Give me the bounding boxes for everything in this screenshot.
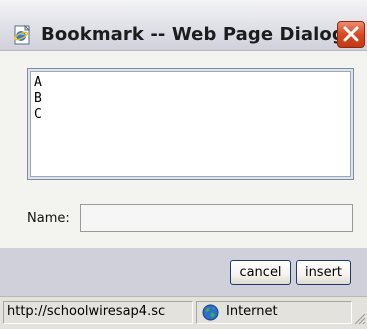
close-button[interactable] <box>337 21 365 48</box>
status-url: http://schoolwiresap4.sc <box>3 301 193 324</box>
zone-label: Internet <box>226 304 278 319</box>
ie-page-icon <box>13 24 33 46</box>
globe-icon <box>202 304 219 321</box>
dialog-content: A B C Name: <box>0 51 367 248</box>
cancel-button[interactable]: cancel <box>230 260 291 285</box>
close-icon <box>343 26 359 42</box>
status-bar: http://schoolwiresap4.sc Internet <box>0 296 367 329</box>
name-label: Name: <box>27 211 70 226</box>
bookmark-list[interactable]: A B C <box>30 71 351 177</box>
window-title: Bookmark -- Web Page Dialog <box>41 24 345 45</box>
insert-button[interactable]: insert <box>296 260 351 285</box>
list-item[interactable]: A <box>34 75 347 91</box>
list-item[interactable]: B <box>34 91 347 107</box>
bookmark-list-frame: A B C <box>27 68 354 180</box>
button-bar: cancel insert <box>0 248 367 296</box>
resize-grip-icon[interactable] <box>352 310 366 325</box>
title-bar[interactable]: Bookmark -- Web Page Dialog <box>0 0 367 51</box>
web-page-dialog: Bookmark -- Web Page Dialog A B C Name: … <box>0 0 367 329</box>
name-input[interactable] <box>80 204 353 232</box>
list-item[interactable]: C <box>34 107 347 123</box>
security-zone[interactable]: Internet <box>196 301 352 324</box>
